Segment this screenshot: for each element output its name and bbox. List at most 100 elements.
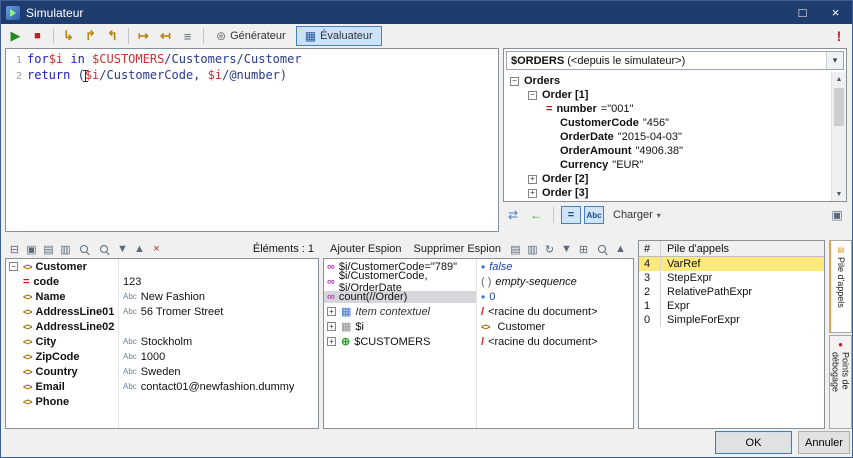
refresh-icon[interactable]: ↻ [543, 243, 556, 256]
watch-toolbar: Ajouter Espion Supprimer Espion ▤ ▥ ↻ ▼ … [323, 240, 634, 258]
find-next-icon[interactable] [100, 245, 108, 253]
column-divider[interactable] [118, 259, 119, 428]
tab-callstack[interactable]: ▤ Pile d'appels [829, 240, 852, 333]
find-icon[interactable] [80, 245, 88, 253]
run-to-cursor-icon[interactable]: ↦ [133, 26, 154, 46]
collapse-all-icon[interactable]: ⊟ [8, 243, 21, 256]
show-types-toggle[interactable]: Abc [584, 206, 604, 224]
stop-debugging-icon[interactable]: ■ [27, 26, 48, 46]
element-icon: <> [23, 352, 32, 362]
view-options-icon[interactable]: ≡ [177, 26, 198, 46]
error-indicator-icon[interactable]: ! [830, 28, 848, 44]
expand-icon[interactable]: + [327, 322, 336, 331]
sort-descending-icon[interactable]: ▼ [116, 243, 129, 255]
sync-icon[interactable]: ⇄ [503, 206, 523, 224]
collapse-icon[interactable]: − [510, 77, 519, 86]
xquery-editor[interactable]: 1for$i in $CUSTOMERS/Customers/Customer … [5, 48, 499, 232]
watch-row-2[interactable]: ∞ $i/CustomerCode, $i/OrderDate ( ) empt… [324, 274, 633, 289]
tree-item-number-attribute[interactable]: = number ="001" [504, 102, 830, 116]
scroll-thumb[interactable] [834, 88, 844, 126]
run-to-end-icon[interactable]: ↤ [155, 26, 176, 46]
expand-icon[interactable]: + [528, 175, 537, 184]
cancel-button[interactable]: Annuler [798, 431, 850, 454]
tree-item-orders[interactable]: − Orders [504, 74, 830, 88]
variable-i-row[interactable]: + ▦ $i <> Customer [324, 319, 633, 334]
titlebar: Simulateur □ × [1, 1, 852, 24]
tree-item-email[interactable]: <> Email Abc contact01@newfashion.dummy [6, 379, 318, 394]
grid-view-icon[interactable]: ▤ [509, 243, 522, 256]
tree-item-customercode[interactable]: CustomerCode "456" [504, 116, 830, 130]
tab-breakpoints[interactable]: ● Points de débogage [829, 335, 852, 429]
grid-view-icon[interactable]: ▤ [42, 243, 55, 256]
watch-value-cell: / <racine du document> [476, 336, 598, 348]
scroll-down-icon[interactable]: ▼ [832, 187, 846, 201]
clear-icon[interactable]: × [150, 243, 163, 255]
scroll-up-icon[interactable]: ▲ [832, 72, 846, 86]
chevron-down-icon[interactable]: ▾ [826, 52, 843, 69]
watch-row-3[interactable]: ∞ count(//Order) • 0 [324, 289, 633, 304]
column-header-number[interactable]: # [639, 241, 661, 256]
collapse-icon[interactable]: − [528, 91, 537, 100]
generator-button[interactable]: ⊛ Générateur [208, 26, 294, 46]
ok-button[interactable]: OK [715, 431, 792, 454]
tree-item-name[interactable]: <> Name Abc New Fashion [6, 289, 318, 304]
add-watch-button[interactable]: Ajouter Espion [326, 243, 406, 255]
step-into-icon[interactable]: ↳ [58, 26, 79, 46]
vertical-scrollbar[interactable]: ▲ ▼ [831, 72, 846, 201]
watch-expression: count(//Order) [339, 291, 407, 303]
remove-watch-button[interactable]: Supprimer Espion [410, 243, 505, 255]
tree-item-addressline02[interactable]: <> AddressLine02 [6, 319, 318, 334]
maximize-button[interactable]: □ [786, 1, 819, 24]
evaluator-button[interactable]: ▦ Évaluateur [296, 26, 382, 46]
tree-item-order-1[interactable]: − Order [1] [504, 88, 830, 102]
back-arrow-icon[interactable]: ← [526, 206, 546, 224]
start-debugging-icon[interactable]: ▶ [5, 26, 26, 46]
dock-icon[interactable]: ▣ [25, 243, 38, 256]
column-header-name[interactable]: Pile d'appels [661, 241, 824, 256]
tree-item-phone[interactable]: <> Phone [6, 394, 318, 409]
sort-ascending-icon[interactable]: ▲ [133, 243, 146, 255]
expand-all-icon[interactable]: ⊞ [577, 243, 590, 256]
node-value-cell: 123 [118, 276, 141, 288]
expand-icon[interactable]: + [528, 189, 537, 198]
tree-item-customer[interactable]: − <> Customer [6, 259, 318, 274]
tree-item-country[interactable]: <> Country Abc Sweden [6, 364, 318, 379]
code-token: $CUSTOMERS [92, 52, 164, 66]
show-attributes-toggle[interactable]: = [561, 206, 581, 224]
callstack-row-simpleforexpr[interactable]: 0 SimpleForExpr [639, 313, 824, 327]
step-over-icon[interactable]: ↱ [80, 26, 101, 46]
expand-icon[interactable]: + [327, 307, 336, 316]
node-value: Stockholm [141, 336, 192, 348]
tree-item-order-3[interactable]: + Order [3] [504, 186, 830, 200]
node-value: New Fashion [141, 291, 205, 303]
sort-ascending-icon[interactable]: ▲ [614, 243, 627, 255]
tree-item-order-2[interactable]: + Order [2] [504, 172, 830, 186]
tree-item-orderamount[interactable]: OrderAmount "4906.38" [504, 144, 830, 158]
copy-icon[interactable]: ▥ [526, 243, 539, 256]
callstack-row-stepexpr[interactable]: 3 StepExpr [639, 271, 824, 285]
source-select[interactable]: $ORDERS (<depuis le simulateur>) ▾ [506, 51, 844, 70]
expand-icon[interactable]: + [327, 337, 336, 346]
step-out-icon[interactable]: ↰ [102, 26, 123, 46]
callstack-tab-icon: ▤ [837, 245, 845, 254]
tree-item-addressline01[interactable]: <> AddressLine01 Abc 56 Tromer Street [6, 304, 318, 319]
collapse-icon[interactable]: − [9, 262, 18, 271]
dock-icon[interactable]: ▣ [827, 206, 847, 224]
filter-icon[interactable]: ▼ [560, 243, 573, 255]
tree-item-zipcode[interactable]: <> ZipCode Abc 1000 [6, 349, 318, 364]
variable-customers-row[interactable]: + ⊕ $CUSTOMERS / <racine du document> [324, 334, 633, 349]
close-button[interactable]: × [819, 1, 852, 24]
callstack-row-varref[interactable]: 4 VarRef [639, 257, 824, 271]
tree-item-orderdate[interactable]: OrderDate "2015-04-03" [504, 130, 830, 144]
tree-item-code[interactable]: = code 123 [6, 274, 318, 289]
column-divider[interactable] [476, 259, 477, 428]
node-name: code [33, 276, 59, 288]
copy-icon[interactable]: ▥ [59, 243, 72, 256]
tree-item-currency[interactable]: Currency "EUR" [504, 158, 830, 172]
context-item-row[interactable]: + ▦ Item contextuel / <racine du documen… [324, 304, 633, 319]
load-dropdown[interactable]: Charger ▾ [607, 206, 667, 224]
find-icon[interactable] [598, 245, 606, 253]
tree-item-city[interactable]: <> City Abc Stockholm [6, 334, 318, 349]
callstack-row-expr[interactable]: 1 Expr [639, 299, 824, 313]
callstack-row-relativepathexpr[interactable]: 2 RelativePathExpr [639, 285, 824, 299]
